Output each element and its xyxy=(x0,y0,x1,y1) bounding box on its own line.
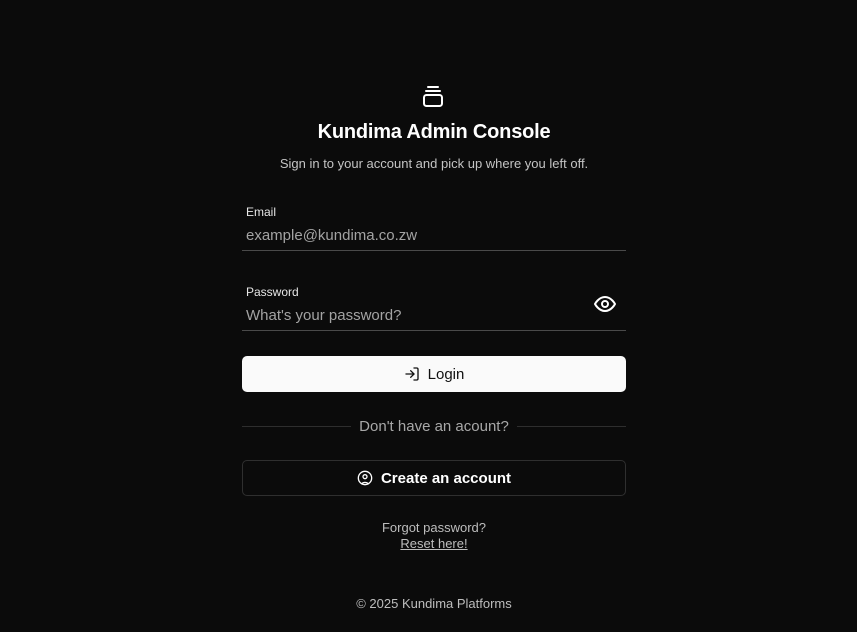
log-in-icon xyxy=(404,366,420,382)
password-field: Password xyxy=(242,283,626,331)
divider-line-left xyxy=(242,425,352,427)
page-title: Kundima Admin Console xyxy=(317,121,551,143)
divider-line-right xyxy=(516,425,626,427)
password-input[interactable] xyxy=(246,304,576,326)
create-account-label: Create an account xyxy=(380,469,512,487)
user-circle-icon xyxy=(357,470,373,486)
reset-password-container: Reset here! xyxy=(0,536,857,551)
create-account-button[interactable]: Create an account xyxy=(242,460,626,496)
signup-divider: Don't have an acount? xyxy=(242,416,626,436)
page-subtitle: Sign in to your account and pick up wher… xyxy=(279,156,589,171)
signup-prompt: Don't have an acount? xyxy=(359,417,509,435)
password-label: Password xyxy=(246,285,299,299)
stacked-layers-icon xyxy=(423,86,443,107)
reset-password-link[interactable]: Reset here! xyxy=(400,536,467,551)
login-button[interactable]: Login xyxy=(242,356,626,392)
email-input[interactable] xyxy=(246,224,576,246)
email-field: Email xyxy=(242,203,626,251)
forgot-password-prompt: Forgot password? xyxy=(381,520,487,535)
login-button-label: Login xyxy=(427,365,465,383)
email-label: Email xyxy=(246,205,277,219)
login-page: Kundima Admin Console Sign in to your ac… xyxy=(0,0,857,632)
footer-copyright: © 2025 Kundima Platforms xyxy=(356,596,512,611)
eye-icon[interactable] xyxy=(592,291,618,317)
